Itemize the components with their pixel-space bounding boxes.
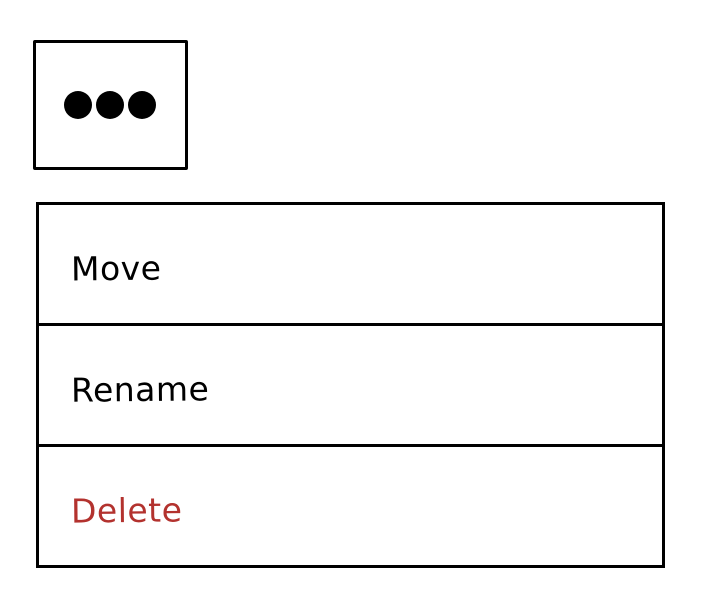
- menu-item-delete-label: Delete: [70, 489, 183, 531]
- more-horizontal-icon: [63, 91, 156, 119]
- more-options-button[interactable]: [33, 40, 188, 170]
- menu-item-rename-label: Rename: [70, 368, 210, 410]
- menu-item-move-label: Move: [70, 248, 162, 288]
- menu-item-move[interactable]: Move: [39, 205, 662, 323]
- menu-item-rename[interactable]: Rename: [39, 323, 662, 444]
- context-menu: Move Rename Delete: [36, 202, 665, 568]
- menu-item-delete[interactable]: Delete: [39, 444, 662, 565]
